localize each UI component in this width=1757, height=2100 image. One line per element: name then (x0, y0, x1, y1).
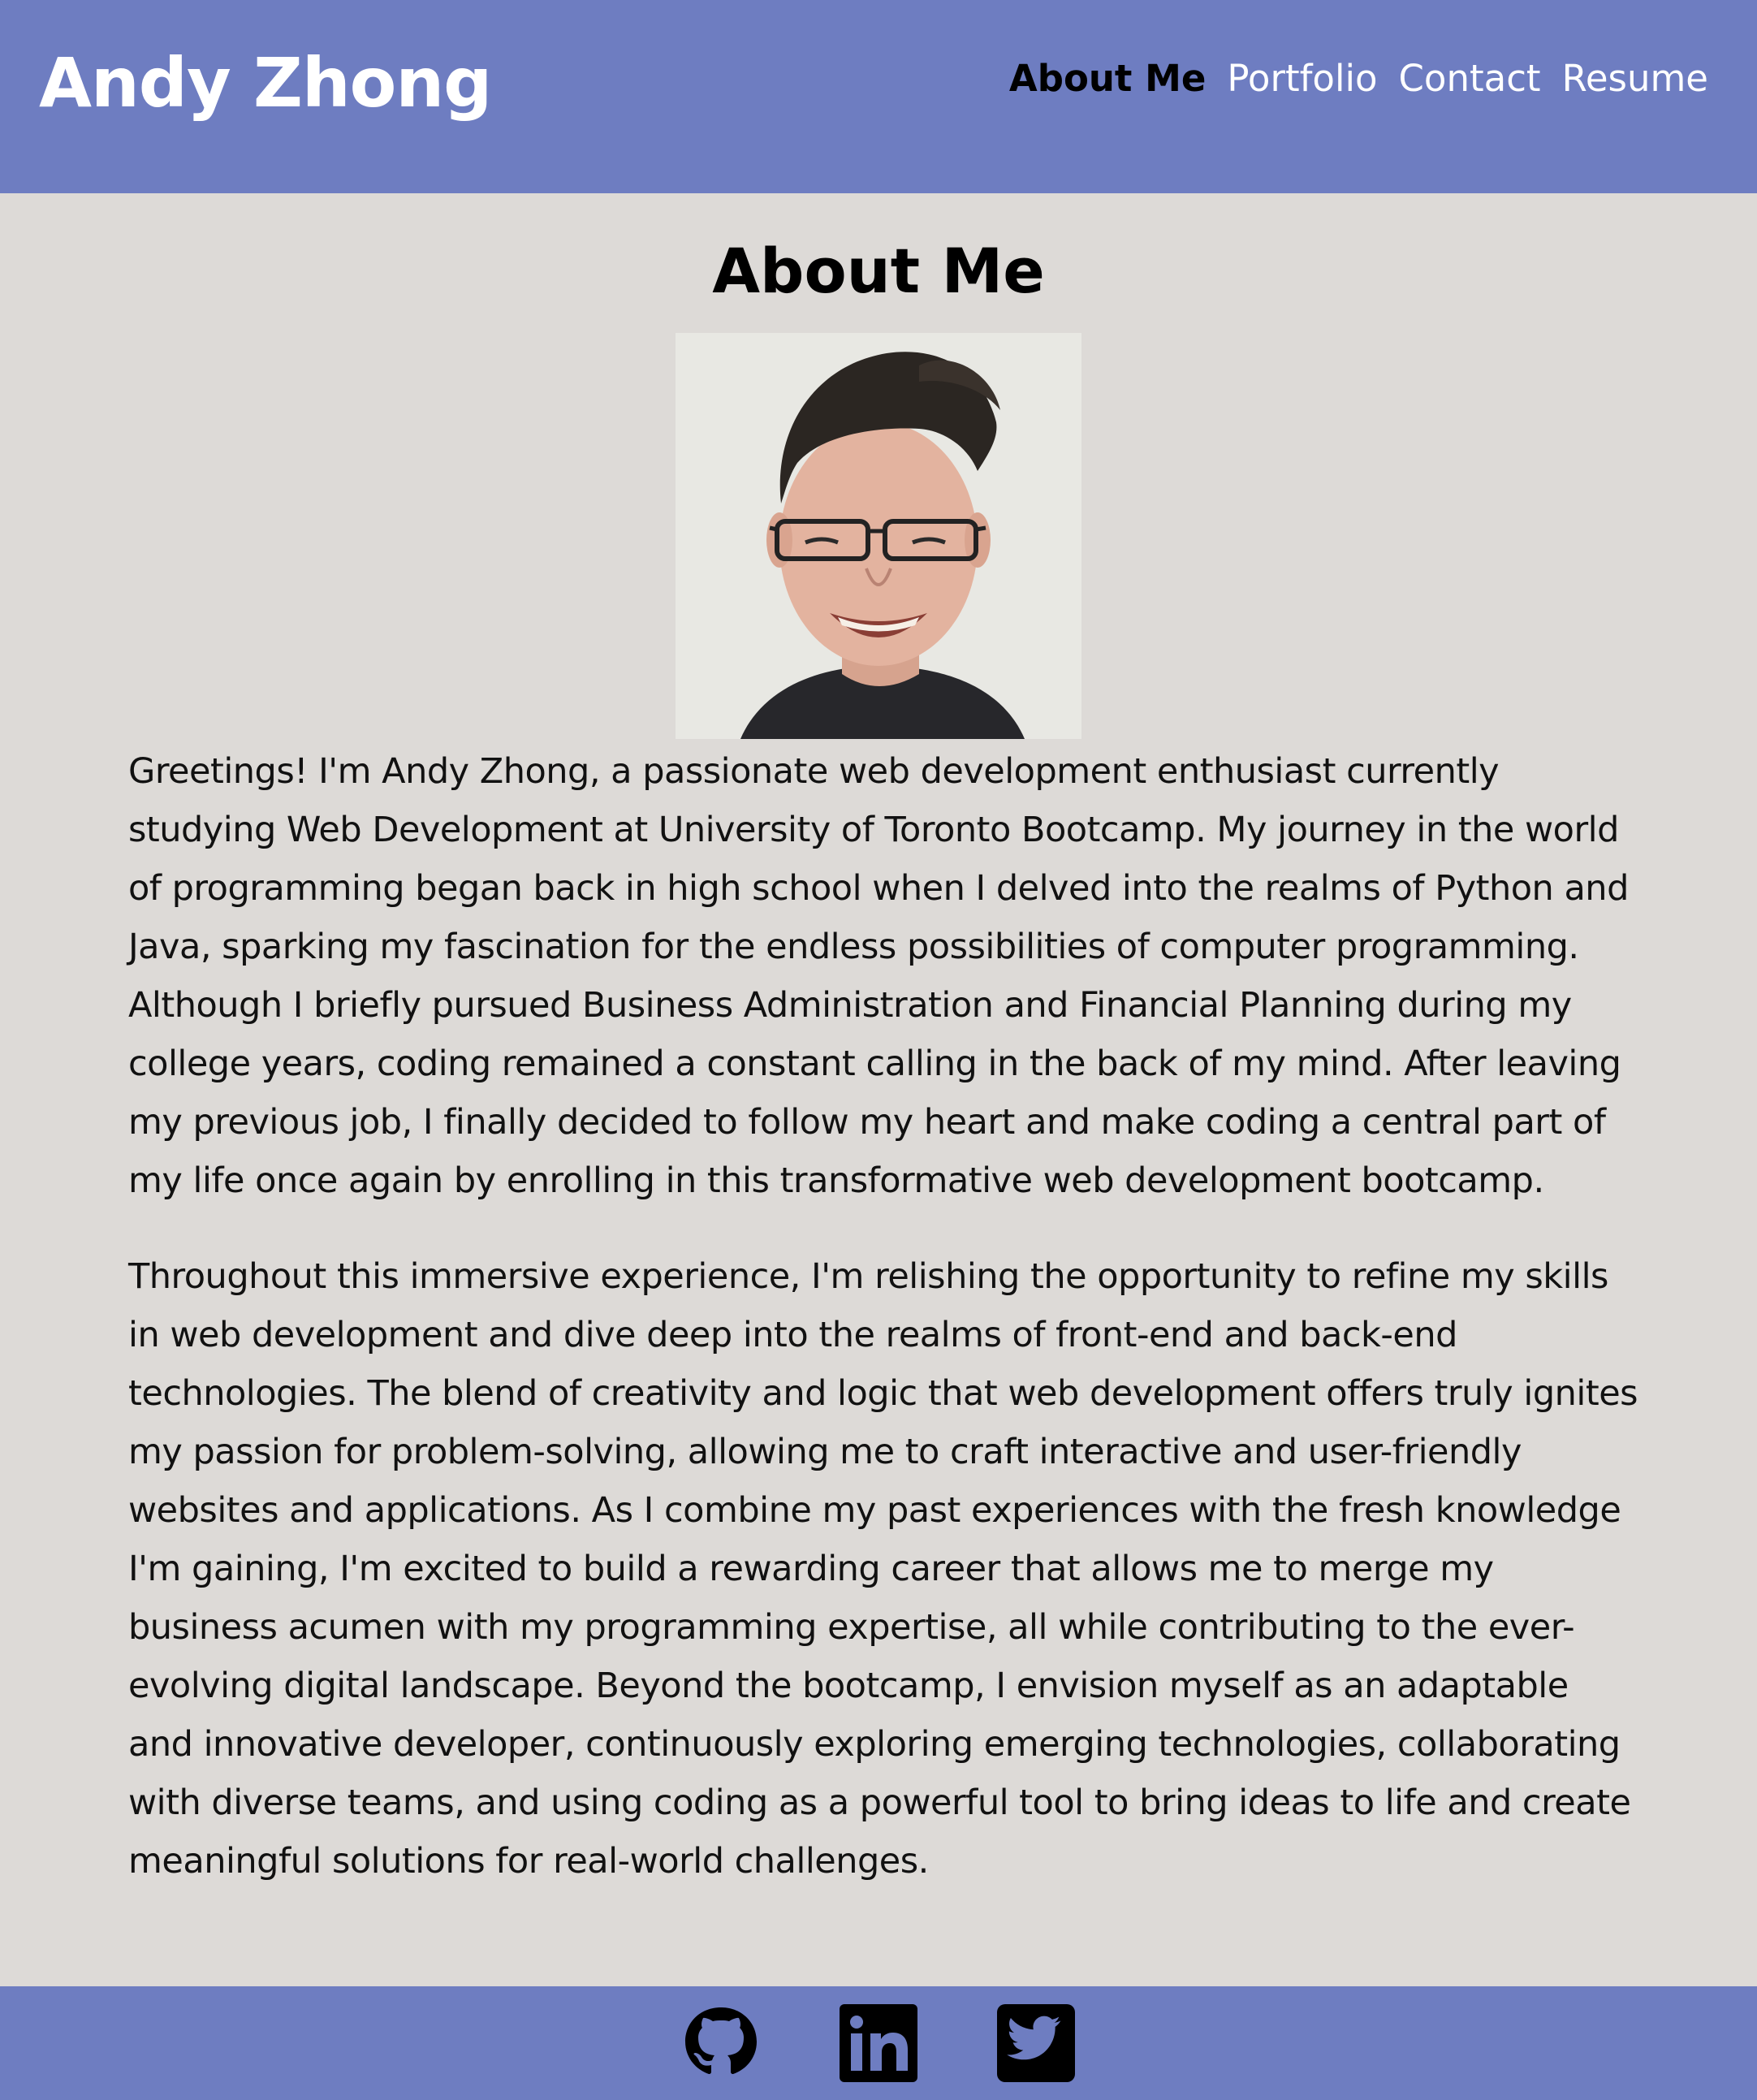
main-nav: About Me Portfolio Contact Resume (1009, 60, 1708, 97)
bio-paragraph: Greetings! I'm Andy Zhong, a passionate … (128, 751, 1629, 1201)
about-bio: Greetings! I'm Andy Zhong, a passionate … (128, 742, 1640, 1928)
nav-link-portfolio[interactable]: Portfolio (1227, 60, 1377, 97)
twitter-link[interactable] (995, 2003, 1077, 2084)
linkedin-link[interactable] (838, 2003, 919, 2084)
social-links (0, 2003, 1757, 2084)
twitter-icon (997, 2004, 1075, 2082)
nav-link-resume[interactable]: Resume (1562, 60, 1708, 97)
profile-photo-illustration (676, 333, 1081, 739)
github-link[interactable] (680, 2003, 762, 2084)
nav-link-contact[interactable]: Contact (1399, 60, 1541, 97)
nav-link-about-me[interactable]: About Me (1009, 60, 1206, 97)
site-name[interactable]: Andy Zhong (39, 49, 492, 117)
github-icon (685, 2007, 757, 2074)
linkedin-icon (840, 2004, 917, 2082)
page-title: About Me (712, 235, 1045, 307)
site-header: Andy Zhong About Me Portfolio Contact Re… (0, 0, 1757, 193)
profile-photo (676, 333, 1081, 739)
site-footer (0, 1986, 1757, 2100)
bio-paragraph: Throughout this immersive experience, I'… (128, 1256, 1638, 1882)
